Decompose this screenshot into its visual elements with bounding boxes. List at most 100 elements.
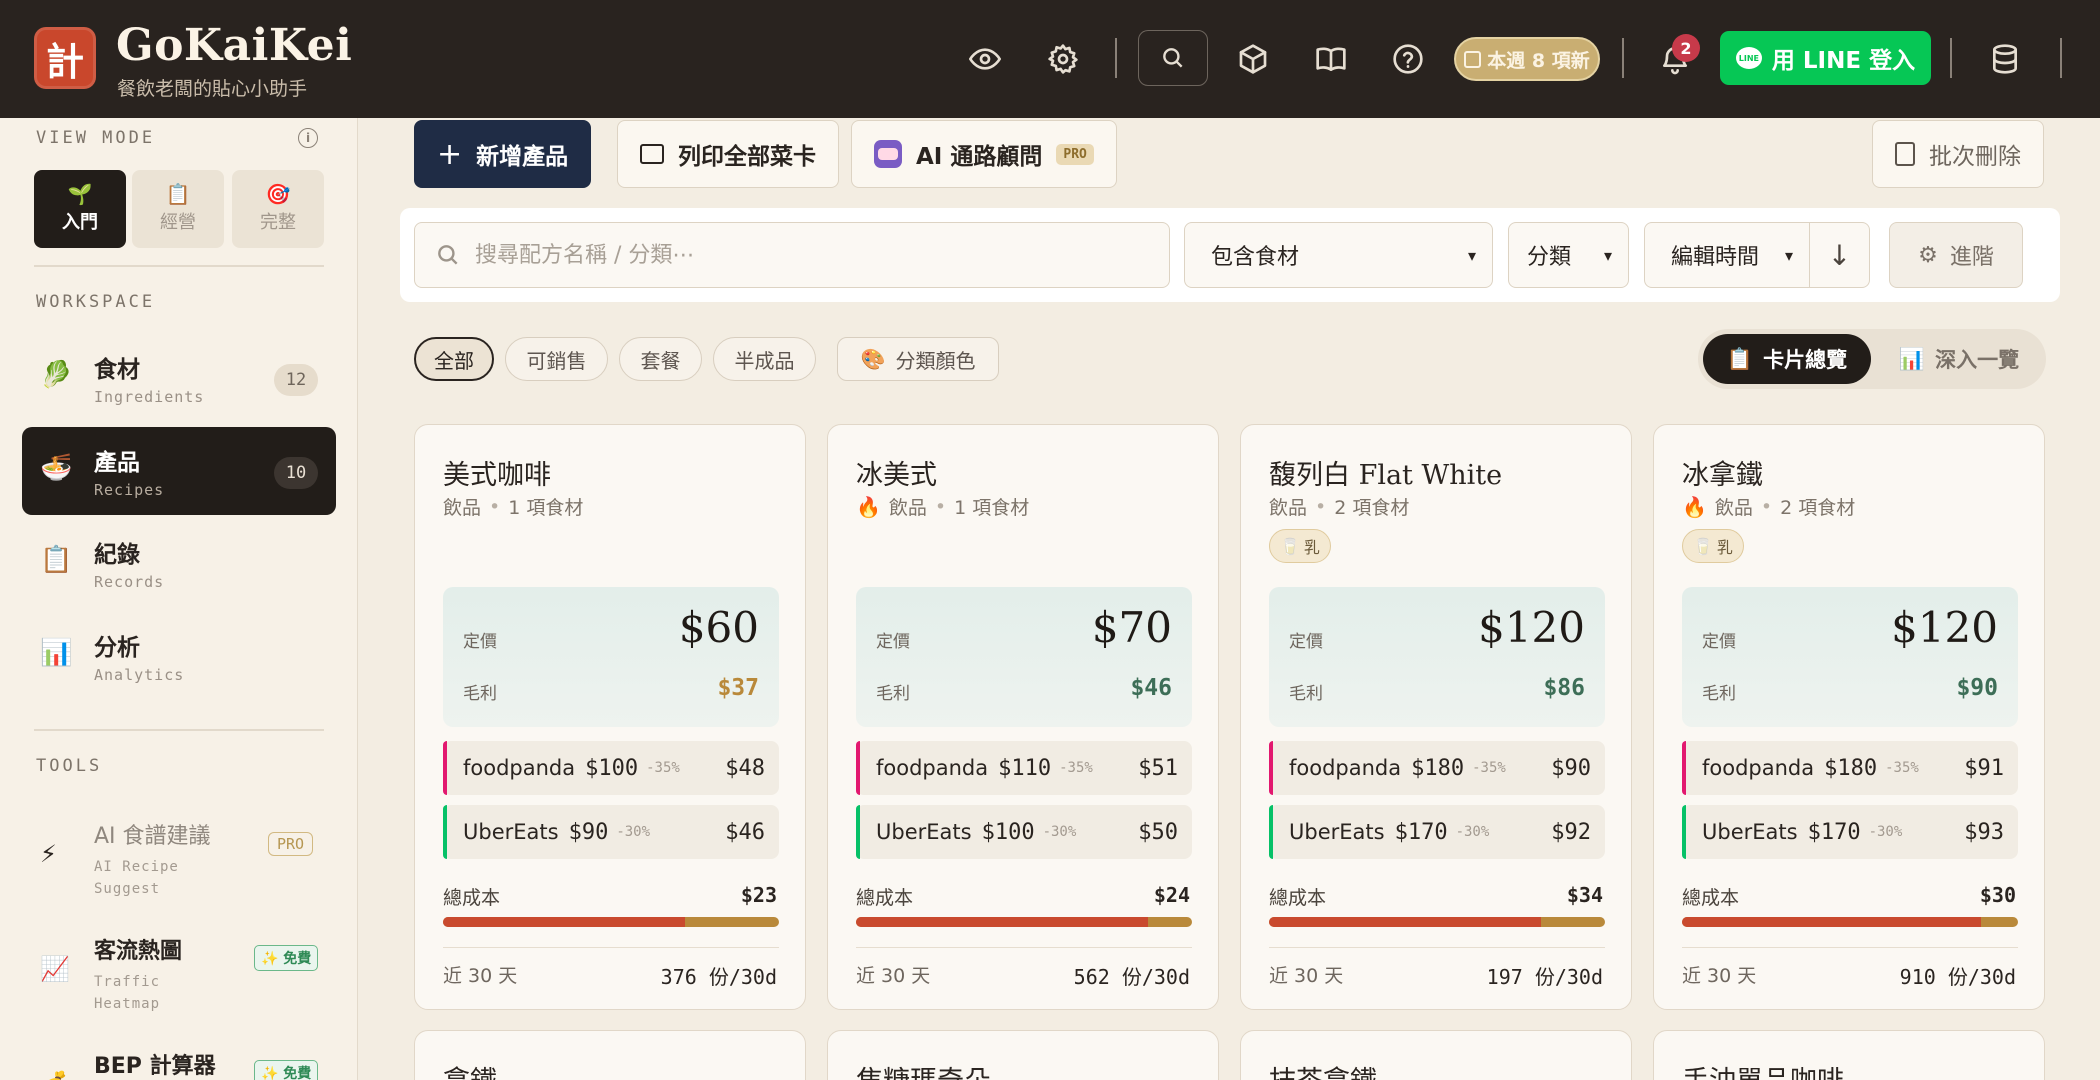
platform-net: $93	[1964, 819, 2004, 845]
eye-icon[interactable]	[960, 34, 1010, 84]
robot-icon	[874, 140, 902, 168]
filter-chip-combo[interactable]: 套餐	[619, 337, 702, 381]
workspace-label: WORKSPACE	[36, 292, 156, 312]
sidebar-item-traffic-heatmap[interactable]: 📈 客流熱圖 Traffic Heatmap ✨ 免費	[22, 933, 336, 1013]
recipe-title: 拿鐵	[443, 1059, 497, 1080]
mode-business-button[interactable]: 📋 經營	[132, 170, 224, 248]
help-icon[interactable]	[1383, 34, 1433, 84]
recipe-card[interactable]: 冰美式 🔥 飲品 • 1 項食材 定價 $70 毛利 $46 foodpanda $110 -35% $…	[827, 424, 1219, 1010]
platform-commission: -30%	[1042, 824, 1077, 840]
line-logo-icon: LINE	[1735, 47, 1762, 69]
mode-beginner-button[interactable]: 🌱 入門	[34, 170, 126, 248]
gear-icon: ⚙	[1918, 242, 1938, 268]
filter-chip-semi-finished[interactable]: 半成品	[713, 337, 816, 381]
total-cost-value: $24	[1153, 883, 1190, 907]
sidebar-item-recipes[interactable]: 🍜 產品 Recipes 10	[22, 427, 336, 515]
batch-delete-button[interactable]: 批次刪除	[1872, 120, 2044, 188]
ai-channel-advisor-button[interactable]: AI 通路顧問 PRO	[851, 120, 1117, 188]
app-logo[interactable]: 計	[34, 27, 96, 89]
toolbar-divider	[1622, 38, 1624, 78]
mode-full-button[interactable]: 🎯 完整	[232, 170, 324, 248]
platform-net: $46	[725, 819, 765, 845]
sidebar-item-label: 客流熱圖	[94, 939, 183, 964]
recipe-title: 美式咖啡	[443, 460, 551, 491]
category-color-button[interactable]: 🎨 分類顏色	[837, 337, 999, 381]
bar-chart-icon: 📊	[1898, 346, 1926, 371]
sidebar-item-analytics[interactable]: 📊 分析 Analytics	[22, 612, 336, 700]
add-product-label: 新增產品	[476, 144, 569, 170]
sidebar-item-ai-recipe[interactable]: ⚡ AI 食譜建議 AI Recipe Suggest PRO	[22, 818, 336, 898]
recipe-card[interactable]: 美式咖啡 飲品 • 1 項食材 定價 $60 毛利 $37 foodpanda $100 -35% $…	[414, 424, 806, 1010]
recipe-card[interactable]: 拿鐵	[414, 1030, 806, 1080]
sort-direction-button[interactable]: ↓	[1809, 222, 1869, 288]
top-bar: 計 GoKaiKei 餐飲老闆的貼心小助手 本週 8 項新 2 LINE 用 L…	[0, 0, 2100, 118]
platform-net: $51	[1138, 755, 1178, 781]
price-value: $120	[1478, 603, 1585, 652]
platform-name: UberEats	[876, 820, 972, 844]
info-icon[interactable]: i	[298, 128, 318, 148]
line-login-button[interactable]: LINE 用 LINE 登入	[1720, 31, 1931, 85]
platform-name: UberEats	[1289, 820, 1385, 844]
recipe-category: 飲品	[1269, 497, 1308, 519]
recipe-card[interactable]: 焦糖瑪奇朵	[827, 1030, 1219, 1080]
price-summary: 定價 $60 毛利 $37	[443, 587, 779, 727]
recipe-category: 飲品	[1714, 497, 1753, 519]
view-mode-label: VIEW MODE	[36, 128, 156, 148]
recipe-search-field[interactable]	[414, 222, 1170, 288]
platform-price: $170	[1807, 819, 1861, 845]
card-overview-tab[interactable]: 📋 卡片總覽	[1703, 334, 1871, 384]
sidebar-item-records[interactable]: 📋 紀錄 Records	[22, 519, 336, 607]
sidebar-item-label: 產品	[94, 450, 140, 476]
app-title: GoKaiKei	[116, 20, 353, 71]
count-badge: 12	[274, 364, 318, 396]
recipe-card[interactable]: 手沖單品咖啡	[1653, 1030, 2045, 1080]
recipe-card[interactable]: 抹茶拿鐵	[1240, 1030, 1632, 1080]
recipe-search-input[interactable]	[475, 242, 1155, 268]
add-product-button[interactable]: + 新增產品	[414, 120, 592, 188]
platform-commission: -30%	[1455, 824, 1490, 840]
separator-dot: •	[489, 495, 501, 518]
total-cost-value: $34	[1566, 883, 1603, 907]
sidebar-item-bep-calculator[interactable]: 💰 BEP 計算器 ✨ 免費	[22, 1048, 336, 1080]
search-button[interactable]	[1138, 30, 1208, 86]
gear-icon[interactable]	[1038, 34, 1088, 84]
mode-full-label: 完整	[260, 212, 296, 233]
sidebar-item-ingredients[interactable]: 🥬 食材 Ingredients 12	[22, 334, 336, 422]
advanced-filter-button[interactable]: ⚙ 進階	[1889, 222, 2023, 288]
allergen-label: 乳	[1716, 538, 1733, 557]
recipe-card[interactable]: 冰拿鐵 🔥 飲品 • 2 項食材 🥛 乳定價 $120 毛利 $90 foodpanda $180 -3…	[1653, 424, 2045, 1010]
ubereats-row: UberEats $100 -30% $50	[856, 805, 1192, 859]
recipe-card[interactable]: 馥列白 Flat White 飲品 • 2 項食材 🥛 乳定價 $120 毛利 $86 foodp…	[1240, 424, 1632, 1010]
recipe-title: 手沖單品咖啡	[1682, 1059, 1844, 1080]
chevron-down-icon: ▾	[1467, 245, 1476, 265]
platform-commission: -35%	[646, 760, 680, 776]
recipe-meta: 飲品 • 1 項食材	[443, 493, 583, 520]
print-all-menus-button[interactable]: 列印全部菜卡	[617, 120, 839, 188]
sidebar-item-label: AI 食譜建議	[94, 824, 211, 849]
detail-view-tab[interactable]: 📊 深入一覽	[1878, 334, 2040, 384]
plus-icon: +	[437, 136, 463, 172]
ubereats-row: UberEats $170 -30% $92	[1269, 805, 1605, 859]
category-filter-select[interactable]: 分類 ▾	[1508, 222, 1629, 288]
platform-color-bar	[856, 741, 860, 795]
platform-net: $91	[1964, 755, 2004, 781]
filter-chip-all[interactable]: 全部	[414, 337, 494, 381]
filter-chip-sellable[interactable]: 可銷售	[505, 337, 608, 381]
sort-field-value: 編輯時間	[1671, 245, 1760, 270]
sidebar-item-label: BEP 計算器	[94, 1054, 216, 1079]
book-icon[interactable]	[1306, 34, 1356, 84]
sidebar-item-sublabel: Recipes	[94, 481, 165, 499]
box-icon[interactable]	[1228, 34, 1278, 84]
ingredient-count: 2 項食材	[1780, 497, 1856, 519]
sublabel-line: Traffic	[94, 974, 161, 990]
ingredient-filter-select[interactable]: 包含食材 ▾	[1184, 222, 1493, 288]
recipe-meta: 🔥 飲品 • 2 項食材	[1682, 493, 1855, 520]
weekly-updates-badge[interactable]: 本週 8 項新	[1454, 37, 1600, 81]
clipboard-icon: 📋	[1726, 346, 1754, 371]
platform-name: foodpanda	[1702, 756, 1815, 780]
clipboard-check-icon	[1895, 142, 1915, 166]
database-icon[interactable]	[1980, 34, 2030, 84]
sidebar-item-label: 紀錄	[94, 542, 140, 568]
target-icon: 🎯	[265, 182, 291, 206]
margin-value: $37	[717, 675, 759, 701]
